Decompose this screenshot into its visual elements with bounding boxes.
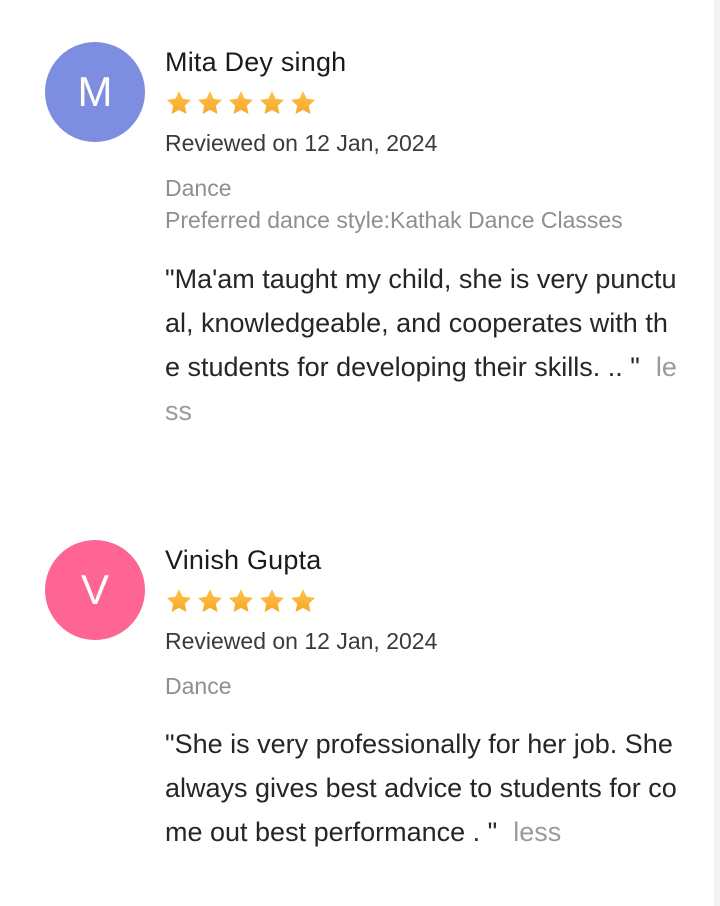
less-link[interactable]: less [513, 817, 561, 847]
reviewer-name: Mita Dey singh [165, 47, 347, 77]
review-text: "She is very professionally for her job.… [165, 729, 677, 847]
star-icon [196, 89, 224, 117]
star-icon [289, 89, 317, 117]
avatar: M [45, 42, 145, 142]
star-icon [258, 587, 286, 615]
star-icon [289, 587, 317, 615]
star-icon [196, 587, 224, 615]
review-text-block: "She is very professionally for her job.… [165, 722, 680, 854]
star-rating [165, 586, 685, 616]
reviews-page: M Mita Dey singh Reviewed on 12 Jan, 202… [0, 0, 720, 906]
review-date: Reviewed on 12 Jan, 2024 [165, 130, 438, 156]
scroll-edge [714, 0, 720, 906]
star-icon [165, 587, 193, 615]
reviewer-name: Vinish Gupta [165, 545, 322, 575]
star-icon [258, 89, 286, 117]
avatar: V [45, 540, 145, 640]
review-preference: Preferred dance style:Kathak Dance Class… [165, 207, 623, 233]
review-date: Reviewed on 12 Jan, 2024 [165, 628, 438, 654]
star-icon [227, 89, 255, 117]
star-rating [165, 88, 685, 118]
review-text-block: "Ma'am taught my child, she is very punc… [165, 257, 680, 433]
review-content: Vinish Gupta Reviewed on 12 Jan, 2024 Da… [165, 540, 685, 854]
review-text: "Ma'am taught my child, she is very punc… [165, 264, 677, 382]
star-icon [165, 89, 193, 117]
star-icon [227, 587, 255, 615]
review-category: Dance [165, 673, 232, 699]
review-category: Dance [165, 175, 232, 201]
review-content: Mita Dey singh Reviewed on 12 Jan, 2024 … [165, 42, 685, 433]
